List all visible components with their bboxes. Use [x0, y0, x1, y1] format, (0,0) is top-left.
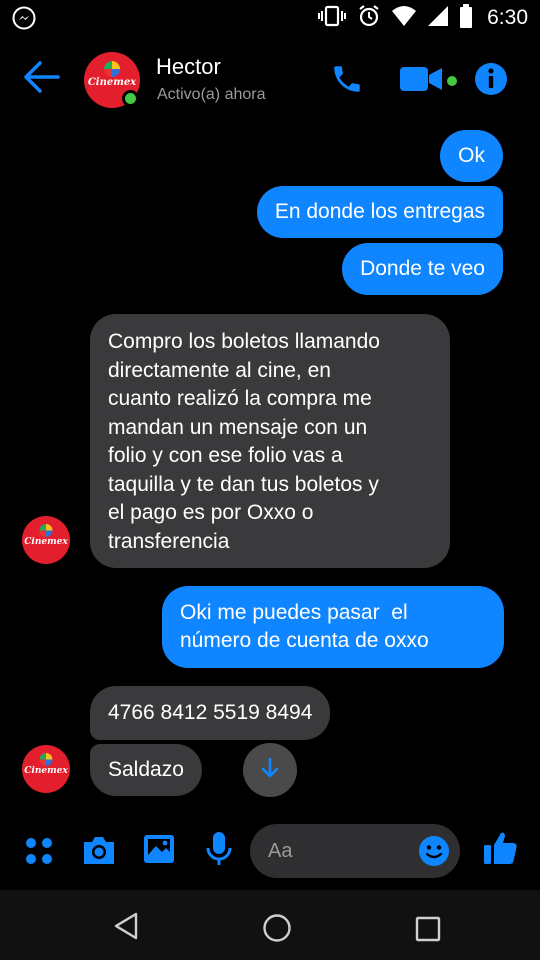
status-bar: 6:30 — [0, 0, 540, 36]
message-bubble-outgoing[interactable]: Oki me puedes pasar el número de cuenta … — [162, 586, 504, 668]
android-navigation-bar — [0, 890, 540, 960]
scroll-to-bottom-button[interactable] — [243, 743, 297, 797]
avatar-logo-text: Cinemex — [24, 537, 68, 547]
microphone-icon[interactable] — [205, 831, 233, 872]
image-icon[interactable] — [142, 833, 176, 870]
cinemex-logo-icon — [39, 524, 53, 537]
message-bubble-incoming[interactable]: Saldazo — [90, 744, 202, 796]
cinemex-logo-icon — [39, 753, 53, 766]
message-line: el pago es por Oxxo o — [108, 501, 314, 524]
back-triangle-icon[interactable] — [113, 912, 139, 945]
emoji-icon[interactable] — [418, 835, 450, 872]
sender-avatar[interactable]: Cinemex — [22, 516, 70, 564]
phone-icon[interactable] — [330, 62, 364, 101]
online-indicator — [122, 90, 139, 107]
cinemex-logo-icon — [104, 61, 120, 77]
message-line: transferencia — [108, 529, 230, 553]
contact-status: Activo(a) ahora — [157, 86, 266, 103]
vibrate-icon — [317, 5, 347, 32]
battery-icon — [459, 3, 473, 33]
contact-name[interactable]: Hector — [156, 54, 221, 80]
message-line: Oki me puedes pasar el — [180, 601, 408, 624]
message-bubble-incoming[interactable]: Compro los boletos llamando directamente… — [90, 314, 450, 568]
conversation-header: Cinemex Hector Activo(a) ahora — [0, 38, 540, 122]
messenger-icon — [12, 6, 36, 35]
message-bubble-incoming[interactable]: 4766 8412 5519 8494 — [90, 686, 331, 740]
avatar-logo-text: Cinemex — [24, 766, 68, 776]
message-line: cuanto realizó la compra me — [108, 387, 372, 410]
message-bubble-outgoing[interactable]: Ok — [440, 130, 503, 182]
wifi-icon — [391, 5, 417, 32]
camera-icon[interactable] — [81, 834, 117, 871]
thumbs-up-icon[interactable] — [482, 830, 518, 871]
message-input[interactable]: Aa — [250, 824, 460, 878]
system-icons: 6:30 — [317, 3, 528, 33]
video-camera-icon[interactable] — [400, 66, 444, 97]
message-bubble-outgoing[interactable]: Donde te veo — [342, 243, 503, 295]
message-line: mandan un mensaje con un — [108, 415, 368, 439]
message-composer: Aa — [0, 818, 540, 888]
apps-grid-icon[interactable] — [24, 836, 54, 871]
video-online-indicator — [447, 76, 457, 86]
avatar-logo-text: Cinemex — [87, 77, 137, 88]
info-icon[interactable] — [474, 62, 508, 101]
message-bubble-outgoing[interactable]: En donde los entregas — [256, 186, 503, 238]
alarm-icon — [357, 4, 381, 33]
clock-time: 6:30 — [487, 6, 528, 29]
message-line: directamente al cine, en — [108, 358, 331, 382]
signal-icon — [427, 5, 449, 32]
back-arrow-icon[interactable] — [22, 60, 60, 99]
arrow-down-icon — [259, 757, 281, 784]
sender-avatar[interactable]: Cinemex — [22, 745, 70, 793]
recents-square-icon[interactable] — [415, 916, 441, 947]
message-line: Compro los boletos llamando — [108, 330, 380, 353]
message-line: taquilla y te dan tus boletos y — [108, 472, 379, 496]
home-circle-icon[interactable] — [262, 913, 292, 948]
message-line: folio y con ese folio vas a — [108, 444, 343, 467]
message-line: número de cuenta de oxxo — [180, 629, 429, 652]
message-input-placeholder: Aa — [268, 840, 293, 862]
